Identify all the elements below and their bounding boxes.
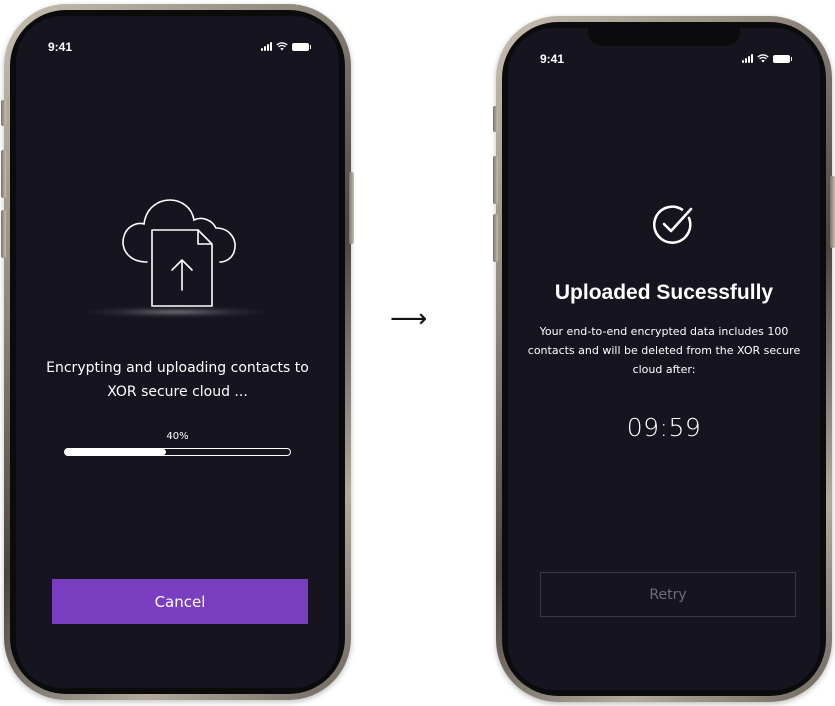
upload-status-message: Encrypting and uploading contacts to XOR… <box>46 360 309 400</box>
volume-up-button <box>1 150 6 198</box>
status-bar: 9:41 <box>16 40 339 60</box>
battery-icon <box>292 42 311 51</box>
mute-switch <box>493 106 498 132</box>
cancel-button[interactable]: Cancel <box>52 579 308 624</box>
flow-arrow-icon: ⟶ <box>390 304 428 334</box>
phone-notch <box>588 28 740 46</box>
mute-switch <box>1 100 6 126</box>
phone-uploading: 9:41 Encrypting and uploading contacts t… <box>1 4 354 700</box>
cloud-upload-document-icon <box>122 199 236 307</box>
status-icons <box>261 42 311 51</box>
volume-down-button <box>1 210 6 258</box>
status-icons <box>742 54 792 63</box>
status-time: 9:41 <box>48 40 73 54</box>
status-bar: 9:41 <box>508 52 820 72</box>
upload-progress-bar <box>64 448 291 456</box>
deletion-countdown: 09:59 <box>626 413 702 442</box>
cellular-signal-icon <box>742 54 753 63</box>
illustration-shadow <box>86 306 266 318</box>
power-button <box>830 176 835 248</box>
volume-down-button <box>493 214 498 262</box>
success-title: Uploaded Sucessfully <box>554 281 774 304</box>
status-time: 9:41 <box>540 52 565 66</box>
wifi-icon <box>276 42 288 51</box>
cellular-signal-icon <box>261 42 272 51</box>
check-circle-icon <box>652 205 693 244</box>
volume-up-button <box>493 156 498 204</box>
progress-fill <box>65 449 167 455</box>
wifi-icon <box>757 54 769 63</box>
upload-screen: 9:41 Encrypting and uploading contacts t… <box>16 16 339 688</box>
success-description: Your end-to-end encrypted data includes … <box>527 325 801 376</box>
stage: 9:41 Encrypting and uploading contacts t… <box>0 0 835 706</box>
success-screen: 9:41 Uploaded Sucessfully Your end-to-en… <box>508 28 820 690</box>
phone-success: 9:41 Uploaded Sucessfully Your end-to-en… <box>493 16 835 702</box>
power-button <box>349 172 354 244</box>
battery-icon <box>773 54 792 63</box>
retry-button[interactable]: Retry <box>540 572 796 617</box>
progress-percent: 40% <box>166 431 189 442</box>
